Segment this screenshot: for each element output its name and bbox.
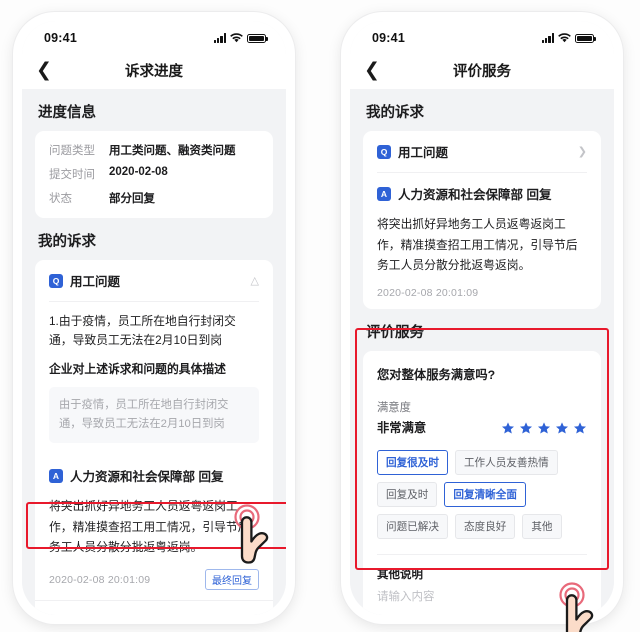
evaluate-service-button[interactable]: 评价服务 <box>35 600 273 615</box>
appeal-summary-card: Q 用工问题 ❯ A 人力资源和社会保障部 回复 将突出抓好异地务工人员返粤返岗… <box>363 131 601 309</box>
question-text: 1.由于疫情，员工所在地自行封闭交通，导致员工无法在2月10日到岗 <box>49 314 236 348</box>
status-bar-icons <box>541 33 596 43</box>
status-bar-right: 09:41 <box>350 21 614 51</box>
star-filled-icon[interactable] <box>573 421 587 435</box>
other-comment-input[interactable]: 请输入内容 <box>377 588 587 604</box>
evaluation-tag[interactable]: 其他 <box>522 513 562 539</box>
answer-timestamp: 2020-02-08 20:01:09 <box>377 286 479 299</box>
appeal-section-title: 我的诉求 <box>38 234 96 250</box>
evaluation-tag[interactable]: 问题已解决 <box>377 513 448 539</box>
question-header[interactable]: Q 用工问题 ❯ <box>363 131 601 172</box>
star-filled-icon[interactable] <box>519 421 533 435</box>
question-quote: 由于疫情，员工所在地自行封闭交通，导致员工无法在2月10日到岗 <box>49 386 259 444</box>
info-value: 2020-02-08 <box>109 166 168 178</box>
star-rating[interactable] <box>501 421 587 436</box>
question-body: 1.由于疫情，员工所在地自行封闭交通，导致员工无法在2月10日到岗 企业对上述诉… <box>35 302 273 455</box>
info-value: 部分回复 <box>109 193 155 205</box>
question-subtitle: 企业对上述诉求和问题的具体描述 <box>49 361 226 376</box>
signal-bars-icon <box>213 33 226 43</box>
info-row: 问题类型 用工类问题、融资类问题 <box>49 142 259 158</box>
back-button[interactable]: ❮ <box>36 61 58 80</box>
question-title: 用工问题 <box>70 275 121 289</box>
other-comment-block: 其他说明 请输入内容 <box>377 553 587 604</box>
satisfaction-text: 满意度 非常满意 <box>377 399 426 436</box>
evaluation-tag[interactable]: 回复很及时 <box>377 449 448 475</box>
page-title: 评价服务 <box>453 63 511 80</box>
status-bar: 09:41 <box>22 21 286 51</box>
nav-bar-right: ❮ 评价服务 <box>350 51 614 89</box>
info-value: 用工类问题、融资类问题 <box>109 145 236 157</box>
satisfaction-label: 满意度 <box>377 401 411 414</box>
answer-badge-icon: A <box>49 468 63 483</box>
star-filled-icon[interactable] <box>555 421 569 435</box>
satisfaction-block: 满意度 非常满意 <box>377 399 587 436</box>
wifi-icon <box>558 33 571 43</box>
progress-info-list: 问题类型 用工类问题、融资类问题 提交时间 2020-02-08 状态 部分回复 <box>35 131 273 218</box>
left-scroll-body[interactable]: 进度信息 问题类型 用工类问题、融资类问题 提交时间 2020-02-08 状态 <box>22 89 286 615</box>
appeal-section-title: 我的诉求 <box>366 105 424 121</box>
back-button[interactable]: ❮ <box>364 61 386 80</box>
answer-title: 人力资源和社会保障部 回复 <box>70 470 224 485</box>
evaluation-tag[interactable]: 回复及时 <box>377 481 438 507</box>
chevron-up-icon[interactable]: △ <box>251 274 259 287</box>
evaluation-tag[interactable]: 工作人员友善热情 <box>454 449 558 475</box>
phone-left: 09:41 ❮ 诉求进度 进度信息 问题类型 用工类问题、融资类问题 提交时间 … <box>13 12 295 624</box>
page-title: 诉求进度 <box>125 63 183 80</box>
question-badge-icon: Q <box>377 144 391 159</box>
screenshot-stage: 09:41 ❮ 诉求进度 进度信息 问题类型 用工类问题、融资类问题 提交时间 … <box>0 0 640 632</box>
evaluation-tag-list: 回复很及时 工作人员友善热情 回复及时 回复清晰全面 问题已解决 态度良好 其他 <box>377 449 587 539</box>
evaluation-question: 您对整体服务满意吗? <box>377 367 496 382</box>
answer-timestamp: 2020-02-08 20:01:09 <box>49 573 151 586</box>
status-bar-time: 09:41 <box>372 31 405 45</box>
evaluation-section-title: 评价服务 <box>366 324 424 341</box>
nav-bar-left: ❮ 诉求进度 <box>22 51 286 89</box>
answer-meta-row: 2020-02-08 20:01:09 最终回复 <box>35 558 273 600</box>
info-row: 提交时间 2020-02-08 <box>49 166 259 182</box>
info-label: 问题类型 <box>49 145 95 157</box>
phone-right-screen: 09:41 ❮ 评价服务 我的诉求 Q 用工问题 ❯ A 人力资源和社会保障部 … <box>350 21 614 615</box>
battery-icon <box>575 33 596 43</box>
answer-header: A 人力资源和社会保障部 回复 <box>35 455 273 496</box>
star-filled-icon[interactable] <box>537 421 551 435</box>
chevron-right-icon[interactable]: ❯ <box>578 145 587 158</box>
info-label: 提交时间 <box>49 169 95 181</box>
star-filled-icon[interactable] <box>501 421 515 435</box>
question-badge-icon: Q <box>49 273 63 288</box>
right-scroll-body[interactable]: 我的诉求 Q 用工问题 ❯ A 人力资源和社会保障部 回复 将突出抓好异地务工人… <box>350 89 614 615</box>
info-row: 状态 部分回复 <box>49 190 259 206</box>
question-header[interactable]: Q 用工问题 △ <box>35 260 273 301</box>
wifi-icon <box>230 33 243 43</box>
evaluation-card: 您对整体服务满意吗? 满意度 非常满意 回复很及时 工作人员友善热情 回复及时 … <box>363 350 601 615</box>
progress-section-title: 进度信息 <box>38 105 96 121</box>
satisfaction-value: 非常满意 <box>377 420 427 435</box>
battery-icon <box>247 33 268 43</box>
info-label: 状态 <box>49 193 72 205</box>
signal-bars-icon <box>541 33 554 43</box>
question-title: 用工问题 <box>398 146 449 160</box>
final-reply-badge: 最终回复 <box>205 569 259 591</box>
progress-info-card: 问题类型 用工类问题、融资类问题 提交时间 2020-02-08 状态 部分回复 <box>35 131 273 218</box>
answer-badge-icon: A <box>377 186 391 201</box>
status-bar-icons <box>213 33 268 43</box>
status-bar-time: 09:41 <box>44 31 77 45</box>
phone-left-screen: 09:41 ❮ 诉求进度 进度信息 问题类型 用工类问题、融资类问题 提交时间 … <box>22 21 286 615</box>
other-comment-label: 其他说明 <box>377 568 423 581</box>
answer-header: A 人力资源和社会保障部 回复 <box>363 173 601 214</box>
answer-meta-row: 2020-02-08 20:01:09 <box>363 276 601 309</box>
answer-text: 将突出抓好异地务工人员返粤返岗工作，精准摸查招工用工情况，引导节后务工人员分散分… <box>377 217 578 273</box>
appeal-card-1: Q 用工问题 △ 1.由于疫情，员工所在地自行封闭交通，导致员工无法在2月10日… <box>35 260 273 615</box>
phone-right: 09:41 ❮ 评价服务 我的诉求 Q 用工问题 ❯ A 人力资源和社会保障部 … <box>341 12 623 632</box>
answer-title: 人力资源和社会保障部 回复 <box>398 188 552 202</box>
evaluation-tag[interactable]: 态度良好 <box>454 513 516 539</box>
evaluation-tag[interactable]: 回复清晰全面 <box>444 481 526 507</box>
answer-text: 将突出抓好异地务工人员返粤返岗工作，精准摸查招工用工情况，引导节后务工人员分散分… <box>49 499 250 555</box>
